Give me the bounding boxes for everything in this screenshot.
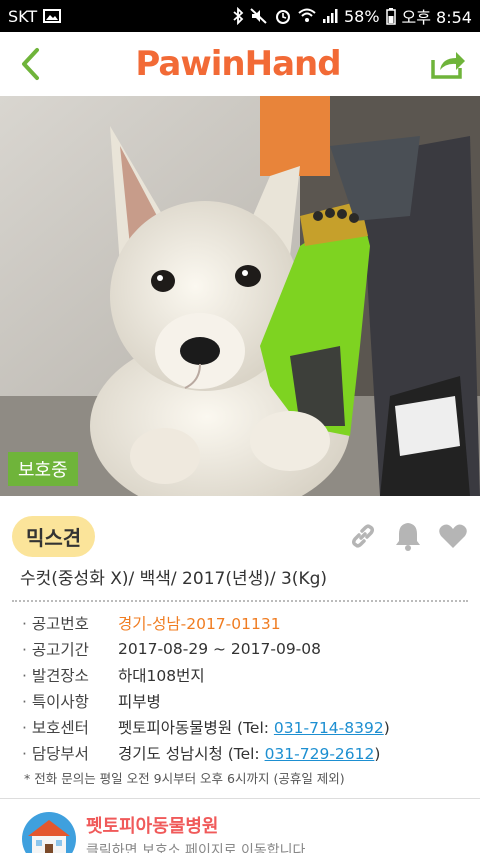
animal-title-row: 믹스견 <box>12 514 468 558</box>
favorite-button[interactable] <box>438 522 468 550</box>
shelter-link-hint: 클릭하면 보호소 페이지로 이동합니다 <box>86 843 306 853</box>
detail-row-notice-number: 공고번호 경기-성남-2017-01131 <box>22 610 472 636</box>
tel-prefix: (Tel: <box>237 719 274 737</box>
detail-label: 특이사항 <box>22 690 118 712</box>
wifi-icon <box>298 8 316 24</box>
shelter-name: 펫토피아동물병원 (Tel: 031-714-8392) <box>118 716 390 738</box>
department-phone-link[interactable]: 031-729-2612 <box>265 745 375 763</box>
app-header: PawinHand <box>0 32 480 96</box>
status-left: SKT <box>8 6 62 26</box>
shelter-phone-link[interactable]: 031-714-8392 <box>274 719 384 737</box>
announcement-details: 공고번호 경기-성남-2017-01131 공고기간 2017-08-29 ~ … <box>22 610 472 766</box>
detail-row-special-notes: 특이사항 피부병 <box>22 688 472 714</box>
detail-row-found-location: 발견장소 하대108번지 <box>22 662 472 688</box>
detail-row-shelter: 보호센터 펫토피아동물병원 (Tel: 031-714-8392) <box>22 714 472 740</box>
tel-prefix: (Tel: <box>227 745 265 763</box>
copy-link-button[interactable] <box>348 521 378 551</box>
call-hours-note: * 전화 문의는 평일 오전 9시부터 오후 6시까지 (공휴일 제외) <box>24 771 345 786</box>
battery-icon <box>385 7 396 25</box>
detail-label: 공고기간 <box>22 638 118 660</box>
app-logo: PawinHand <box>135 44 341 84</box>
protection-status-label: 보호중 <box>18 460 68 481</box>
detail-row-notice-period: 공고기간 2017-08-29 ~ 2017-09-08 <box>22 636 472 662</box>
department-name-text: 경기도 성남시청 <box>118 745 223 763</box>
detail-row-department: 담당부서 경기도 성남시청 (Tel: 031-729-2612) <box>22 740 472 766</box>
detail-label: 보호센터 <box>22 716 118 738</box>
signal-icon <box>322 8 338 24</box>
tel-suffix: ) <box>383 719 390 737</box>
action-icons <box>348 520 468 552</box>
detail-label: 발견장소 <box>22 664 118 686</box>
animal-summary: 수컷(중성화 X)/ 백색/ 2017(년생)/ 3(Kg) <box>20 569 328 589</box>
logo-text: PawinHand <box>135 44 341 84</box>
notice-period: 2017-08-29 ~ 2017-09-08 <box>118 640 321 658</box>
animal-photo <box>0 96 480 496</box>
battery-percent: 58% <box>343 6 380 26</box>
link-icon <box>351 524 375 548</box>
alarm-icon <box>274 7 292 25</box>
breed-label: 믹스견 <box>26 525 82 550</box>
dotted-divider <box>12 600 468 602</box>
department-name: 경기도 성남시청 (Tel: 031-729-2612) <box>118 742 380 764</box>
found-location: 하대108번지 <box>118 667 205 685</box>
status-right: 58% 오후 8:54 <box>232 4 472 28</box>
carrier-label: SKT <box>8 6 38 26</box>
detail-label: 담당부서 <box>22 742 118 764</box>
tel-suffix: ) <box>374 745 381 763</box>
heart-icon <box>439 524 467 548</box>
notification-button[interactable] <box>394 520 422 552</box>
notice-number: 경기-성남-2017-01131 <box>118 615 281 633</box>
share-icon <box>431 52 465 79</box>
share-button[interactable] <box>426 44 470 84</box>
bell-icon <box>396 523 420 551</box>
protection-status-badge: 보호중 <box>8 452 78 486</box>
detail-label: 공고번호 <box>22 612 118 634</box>
mute-icon <box>250 7 268 25</box>
status-bar: SKT 58% 오후 8:54 <box>0 0 480 32</box>
back-button[interactable] <box>10 44 50 84</box>
breed-badge: 믹스견 <box>12 515 96 557</box>
shelter-name-link[interactable]: 펫토피아동물병원 <box>86 812 218 838</box>
bluetooth-icon <box>232 7 244 25</box>
chevron-left-icon <box>22 48 39 80</box>
shelter-name-text: 펫토피아동물병원 <box>118 719 233 737</box>
special-notes: 피부병 <box>118 693 161 711</box>
image-notification-icon <box>43 9 62 23</box>
clock-time: 오후 8:54 <box>401 8 472 27</box>
